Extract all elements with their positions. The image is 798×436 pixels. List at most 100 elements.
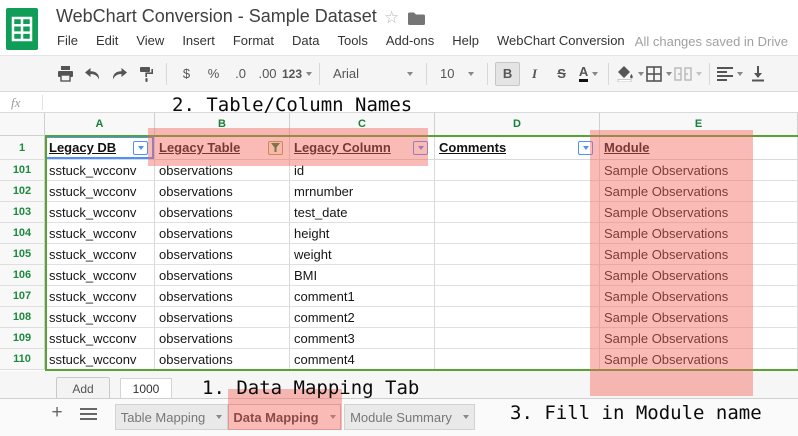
strikethrough-button[interactable]: S [549,62,574,86]
cell-legacy-table[interactable]: observations [155,244,290,265]
filter-dropdown-icon[interactable] [133,141,148,155]
vertical-align-button[interactable] [745,62,770,86]
undo-icon[interactable] [80,62,105,86]
fill-color-button[interactable] [616,62,644,86]
row-number[interactable]: 107 [0,286,45,307]
tab-table-mapping[interactable]: Table Mapping [115,404,228,430]
cell-module[interactable]: Sample Observations [600,265,798,286]
bold-button[interactable]: B [495,62,520,86]
cell-legacy-column[interactable]: test_date [290,202,435,223]
menu-item[interactable]: Tools [328,31,376,50]
menu-item[interactable]: Format [224,31,283,50]
menu-item[interactable]: Add-ons [377,31,443,50]
folder-icon[interactable] [408,12,425,25]
cell-legacy-db[interactable]: sstuck_wcconv [45,286,155,307]
cell-legacy-table[interactable]: observations [155,286,290,307]
redo-icon[interactable] [107,62,132,86]
cell-legacy-db[interactable]: sstuck_wcconv [45,181,155,202]
row-number[interactable]: 110 [0,349,45,370]
cell-comments[interactable] [435,160,600,181]
more-formats-button[interactable]: 123 [282,62,312,86]
document-title[interactable]: WebChart Conversion - Sample Dataset [56,6,377,27]
cell-legacy-db[interactable]: sstuck_wcconv [45,349,155,370]
row-number[interactable]: 106 [0,265,45,286]
cell-comments[interactable] [435,328,600,349]
cell-c1-legacy-column[interactable]: Legacy Column [290,136,435,160]
cell-legacy-db[interactable]: sstuck_wcconv [45,160,155,181]
cell-legacy-db[interactable]: sstuck_wcconv [45,223,155,244]
column-header-d[interactable]: D [435,113,600,135]
cell-module[interactable]: Sample Observations [600,223,798,244]
merge-cells-button[interactable] [674,62,702,86]
cell-legacy-column[interactable]: comment4 [290,349,435,370]
cell-comments[interactable] [435,181,600,202]
cell-legacy-table[interactable]: observations [155,307,290,328]
row-number[interactable]: 103 [0,202,45,223]
tab-data-mapping[interactable]: Data Mapping [228,404,341,430]
menu-item[interactable]: Edit [87,31,127,50]
cell-legacy-table[interactable]: observations [155,223,290,244]
select-all-corner[interactable] [0,113,45,135]
row-number[interactable]: 104 [0,223,45,244]
row-number[interactable]: 108 [0,307,45,328]
horizontal-align-button[interactable] [717,62,743,86]
cell-module[interactable]: Sample Observations [600,181,798,202]
text-color-button[interactable]: A [576,62,601,86]
cell-module[interactable]: Sample Observations [600,160,798,181]
cell-legacy-db[interactable]: sstuck_wcconv [45,244,155,265]
cell-legacy-column[interactable]: comment1 [290,286,435,307]
format-currency-button[interactable]: $ [174,62,199,86]
column-header-a[interactable]: A [45,113,155,135]
cell-e1-module[interactable]: Module [600,136,798,160]
menu-item[interactable]: Insert [173,31,224,50]
cell-legacy-table[interactable]: observations [155,160,290,181]
cell-legacy-table[interactable]: observations [155,181,290,202]
column-header-c[interactable]: C [290,113,435,135]
cell-legacy-column[interactable]: comment3 [290,328,435,349]
filter-active-funnel-icon[interactable] [268,141,283,155]
row-number[interactable]: 101 [0,160,45,181]
all-sheets-icon[interactable] [80,408,97,421]
cell-legacy-column[interactable]: weight [290,244,435,265]
cell-legacy-db[interactable]: sstuck_wcconv [45,307,155,328]
cell-legacy-column[interactable]: height [290,223,435,244]
cell-legacy-column[interactable]: id [290,160,435,181]
cell-b1-legacy-table[interactable]: Legacy Table [155,136,290,160]
row-number[interactable]: 105 [0,244,45,265]
filter-dropdown-icon[interactable] [578,141,593,155]
cell-comments[interactable] [435,349,600,370]
cell-legacy-db[interactable]: sstuck_wcconv [45,328,155,349]
cell-legacy-db[interactable]: sstuck_wcconv [45,265,155,286]
cell-module[interactable]: Sample Observations [600,202,798,223]
menu-item[interactable]: File [48,31,87,50]
row-number[interactable]: 109 [0,328,45,349]
column-header-b[interactable]: B [155,113,290,135]
font-size-select[interactable]: 10 [434,62,480,86]
cell-comments[interactable] [435,286,600,307]
add-rows-count-input[interactable] [120,378,172,400]
cell-a1-legacy-db[interactable]: Legacy DB [45,136,155,160]
menu-item[interactable]: Help [443,31,488,50]
print-icon[interactable] [53,62,78,86]
cell-legacy-table[interactable]: observations [155,265,290,286]
menu-item[interactable]: View [127,31,173,50]
cell-comments[interactable] [435,265,600,286]
increase-decimal-button[interactable]: .00 [255,62,280,86]
cell-comments[interactable] [435,307,600,328]
cell-legacy-db[interactable]: sstuck_wcconv [45,202,155,223]
menu-item[interactable]: Data [283,31,328,50]
cell-comments[interactable] [435,202,600,223]
add-sheet-icon[interactable]: + [46,402,68,424]
cell-legacy-table[interactable]: observations [155,349,290,370]
cell-d1-comments[interactable]: Comments [435,136,600,160]
font-family-select[interactable]: Arial [327,62,419,86]
cell-module[interactable]: Sample Observations [600,307,798,328]
row-number[interactable]: 1 [0,136,45,160]
row-number[interactable]: 102 [0,181,45,202]
cell-legacy-column[interactable]: BMI [290,265,435,286]
star-icon[interactable]: ☆ [384,8,399,28]
cell-comments[interactable] [435,244,600,265]
paint-format-icon[interactable] [134,62,159,86]
tab-module-summary[interactable]: Module Summary [344,404,475,430]
column-header-e[interactable]: E [600,113,798,135]
